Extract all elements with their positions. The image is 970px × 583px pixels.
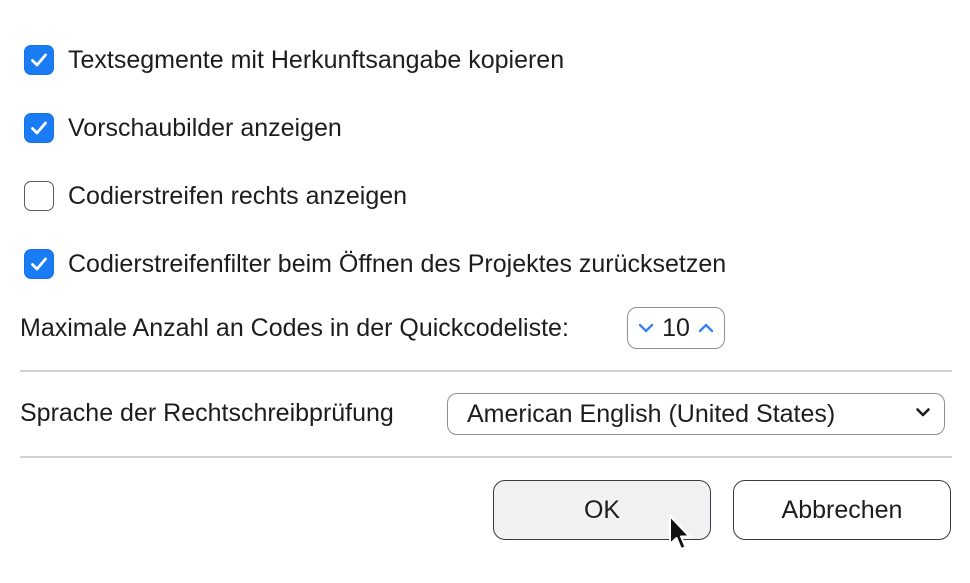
option-show-thumbnails[interactable]: Vorschaubilder anzeigen xyxy=(24,111,342,145)
divider xyxy=(20,370,952,372)
checkbox-show-thumbnails[interactable] xyxy=(24,113,54,143)
quickcode-value[interactable]: 10 xyxy=(662,314,690,343)
option-label: Vorschaubilder anzeigen xyxy=(68,113,342,142)
checkbox-copy-with-source[interactable] xyxy=(24,45,54,75)
option-reset-stripe-filter[interactable]: Codierstreifenfilter beim Öffnen des Pro… xyxy=(24,247,726,281)
quickcode-stepper[interactable]: 10 xyxy=(627,307,725,349)
checkmark-icon xyxy=(31,53,47,67)
preferences-dialog: Textsegmente mit Herkunftsangabe kopiere… xyxy=(0,0,970,583)
quickcode-label: Maximale Anzahl an Codes in der Quickcod… xyxy=(20,314,569,342)
option-coding-stripes-right[interactable]: Codierstreifen rechts anzeigen xyxy=(24,179,407,213)
checkmark-icon xyxy=(31,257,47,271)
checkbox-coding-stripes-right[interactable] xyxy=(24,181,54,211)
chevron-down-icon[interactable] xyxy=(636,318,656,338)
spellcheck-label: Sprache der Rechtschreibprüfung xyxy=(20,399,394,427)
cancel-button[interactable]: Abbrechen xyxy=(733,480,951,540)
option-label: Textsegmente mit Herkunftsangabe kopiere… xyxy=(68,45,565,74)
checkmark-icon xyxy=(31,121,47,135)
spellcheck-language-select[interactable]: American English (United States) xyxy=(447,393,945,435)
chevron-up-icon[interactable] xyxy=(696,318,716,338)
divider xyxy=(20,456,952,458)
option-label: Codierstreifen rechts anzeigen xyxy=(68,181,408,210)
option-copy-with-source[interactable]: Textsegmente mit Herkunftsangabe kopiere… xyxy=(24,43,564,77)
mouse-cursor-icon xyxy=(669,515,691,550)
option-label: Codierstreifenfilter beim Öffnen des Pro… xyxy=(68,249,727,278)
spellcheck-selected-value: American English (United States) xyxy=(467,399,836,428)
checkbox-reset-stripe-filter[interactable] xyxy=(24,249,54,279)
chevron-down-icon xyxy=(914,403,932,426)
